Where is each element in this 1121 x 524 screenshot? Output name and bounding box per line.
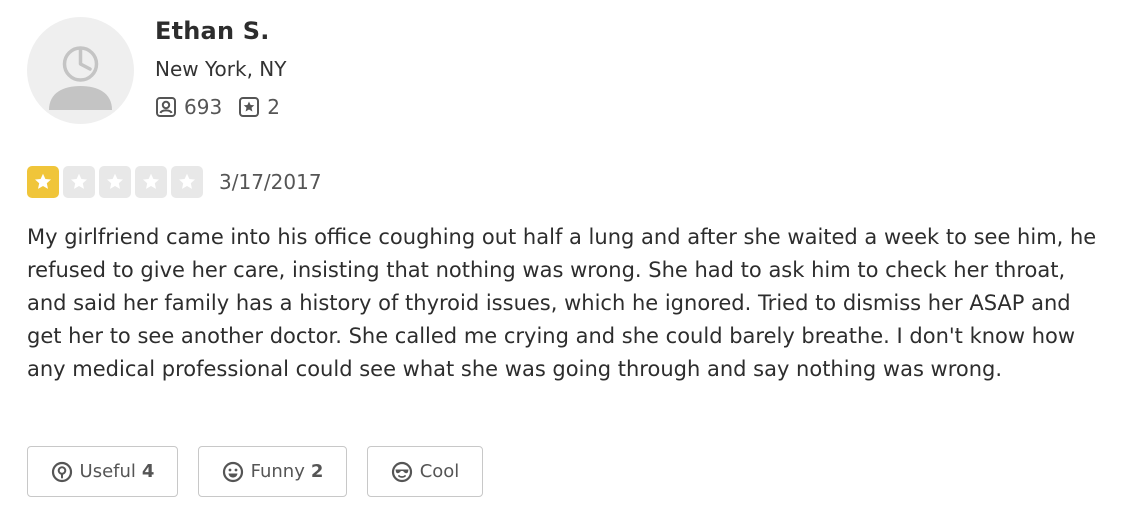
funny-button[interactable]: Funny 2: [198, 446, 347, 497]
useful-button[interactable]: Useful 4: [27, 446, 178, 497]
review-date: 3/17/2017: [219, 170, 322, 194]
star-empty-icon: [63, 166, 95, 198]
review-text: My girlfriend came into his office cough…: [27, 225, 1097, 381]
review-count-icon: [156, 97, 176, 117]
vote-buttons: Useful 4 Funny 2 Cool: [27, 446, 483, 497]
funny-count: 2: [310, 461, 324, 482]
smile-icon: [222, 461, 243, 482]
lightbulb-icon: [51, 461, 72, 482]
photo-count: 2: [267, 95, 280, 119]
avatar[interactable]: [27, 17, 134, 124]
default-user-avatar-icon: [49, 46, 112, 110]
reviewer-name[interactable]: Ethan S.: [155, 17, 270, 45]
cool-button[interactable]: Cool: [367, 446, 483, 497]
review-count: 693: [184, 95, 223, 119]
useful-count: 4: [141, 461, 155, 482]
star-empty-icon: [99, 166, 131, 198]
star-empty-icon: [135, 166, 167, 198]
reviewer-stats: 693 2: [155, 95, 280, 119]
cool-label: Cool: [419, 461, 460, 482]
reviewer-location: New York, NY: [155, 57, 287, 81]
rating-row: 3/17/2017: [27, 166, 322, 198]
star-rating: [27, 166, 207, 198]
funny-label: Funny: [250, 461, 305, 482]
photo-count-stat: 2: [238, 95, 280, 119]
star-empty-icon: [171, 166, 203, 198]
review-count-stat: 693: [155, 95, 222, 119]
sunglasses-icon: [391, 461, 412, 482]
photo-star-icon: [239, 97, 260, 117]
useful-label: Useful: [79, 461, 136, 482]
star-filled-icon: [27, 166, 59, 198]
